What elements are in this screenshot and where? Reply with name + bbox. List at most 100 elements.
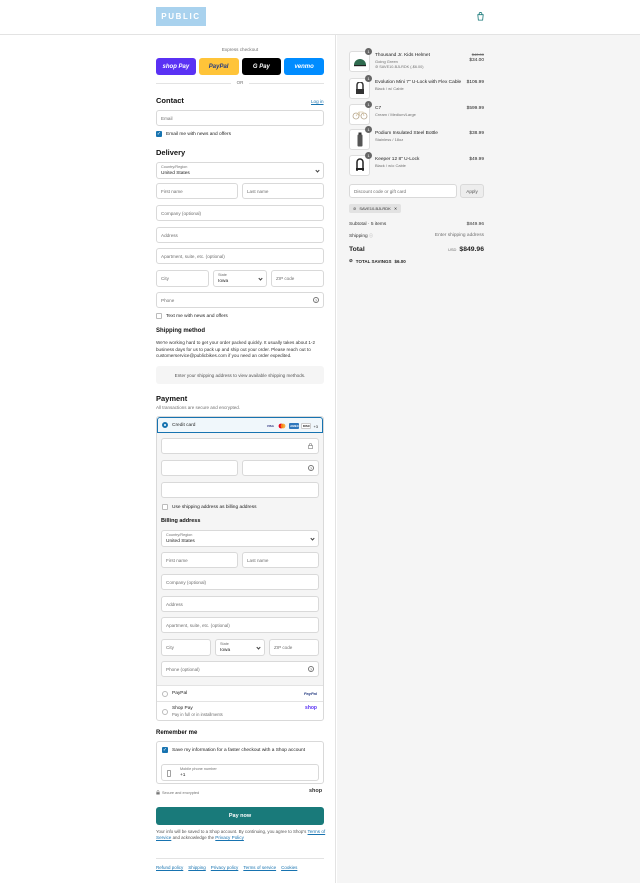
remember-me-box: ✓ Save my information for a faster checko… [156,741,324,784]
or-divider: OR [156,80,324,85]
item-original-price: $40.00 [471,52,484,57]
billing-state-select[interactable]: State Iowa [215,639,265,656]
billing-phone-field[interactable]: Phone (optional)? [161,661,319,677]
chevron-down-icon [256,644,261,650]
shipping-method-heading: Shipping method [156,328,205,334]
shipping-row: Shipping ⓘ Enter shipping address [349,233,484,239]
item-name: Evolution Mini 7" U-Lock with Flex Cable [375,80,462,85]
billing-same-checkbox[interactable]: Use shipping address as billing address [162,504,257,510]
item-price: $38.99 [469,131,484,136]
secure-note: Secure and encrypted [156,790,199,795]
email-field[interactable]: Email [156,110,324,126]
country-value: United States [161,170,190,176]
security-code-field[interactable]: ? [242,460,319,476]
total-value: $849.96 [459,246,484,253]
item-variant: Stainless / 18oz [375,137,404,142]
zip-placeholder: ZIP code [276,276,295,281]
privacy-policy-link[interactable]: Privacy policy [211,865,239,870]
apartment-placeholder: Apartment, suite, etc. (optional) [161,253,225,259]
footer-links: Refund policy Shipping Privacy policy Te… [156,858,324,870]
billing-zip-field[interactable]: ZIP code [269,639,319,656]
cart-item: 1 Keeper 12 8" U-Lock Black / w/o Cable … [349,152,484,176]
refund-policy-link[interactable]: Refund policy [156,865,183,870]
expiration-field[interactable] [161,460,238,476]
secure-label: Secure and encrypted [162,790,200,795]
lock-icon [156,790,160,795]
venmo-button[interactable]: venmo [284,58,324,75]
apartment-field[interactable]: Apartment, suite, etc. (optional) [156,248,324,264]
quantity-badge: 1 [365,48,372,55]
quantity-badge: 1 [365,75,372,82]
billing-apartment-field[interactable]: Apartment, suite, etc. (optional) [161,617,319,633]
shipping-value: Enter shipping address [434,233,484,238]
billing-country-select[interactable]: Country/Region United States [161,530,319,547]
card-brands: VISA AMEX DISC +3 [265,423,318,429]
city-field[interactable]: City [156,270,209,287]
name-on-card-field[interactable] [161,482,319,498]
billing-address-field[interactable]: Address [161,596,319,612]
zip-field[interactable]: ZIP code [271,270,324,287]
delivery-heading: Delivery [156,148,186,157]
help-icon[interactable]: ? [308,666,314,672]
privacy-link[interactable]: Privacy Policy [215,835,244,840]
billing-city-field[interactable]: City [161,639,211,656]
country-select[interactable]: Country/Region United States [156,162,324,179]
billing-first-name-field[interactable]: First name [161,552,238,568]
pay-now-button[interactable]: Pay now [156,807,324,825]
billing-last-name-field[interactable]: Last name [242,552,319,568]
cart-bag-icon[interactable] [476,12,485,21]
first-name-field[interactable]: First name [156,183,238,199]
item-price: $106.99 [466,80,484,85]
state-select[interactable]: State Iowa [213,270,267,287]
apply-button[interactable]: Apply [460,184,484,198]
credit-card-option[interactable]: Credit card VISA AMEX DISC +3 [157,417,323,433]
amex-icon: AMEX [289,423,300,429]
discover-icon: DISC [301,423,312,429]
last-name-field[interactable]: Last name [242,183,324,199]
text-news-checkbox[interactable]: Text me with news and offers [156,313,228,319]
tag-icon: ⊘ [349,258,353,263]
checkmark-icon: ✓ [162,747,168,753]
help-icon[interactable]: ? [308,465,314,471]
savings-value: $6.00 [394,258,406,264]
billing-company-field[interactable]: Company (optional) [161,574,319,590]
save-info-checkbox[interactable]: ✓ Save my information for a faster checko… [162,747,305,753]
address-field[interactable]: Address [156,227,324,243]
item-name: Keeper 12 8" U-Lock [375,157,420,162]
cart-item: 1 Evolution Mini 7" U-Lock with Flex Cab… [349,75,484,99]
mobile-phone-field[interactable]: Mobile phone number +1 [161,764,319,781]
legal-text: Your info will be saved to a Shop accoun… [156,829,326,841]
phone-field[interactable]: Phone? [156,292,324,308]
city-placeholder: City [161,276,169,281]
first-name-placeholder: First name [161,188,183,194]
legal-line: Your info will be saved to a Shop accoun… [156,829,307,834]
email-news-checkbox[interactable]: ✓ Email me with news and offers [156,131,231,137]
terms-of-service-link[interactable]: Terms of service [243,865,276,870]
login-link[interactable]: Log in [311,99,324,104]
billing-state-value: Iowa [220,647,231,653]
store-logo[interactable]: PUBLIC [156,7,206,26]
discount-tag-code: SAVE10-BJLRDK [359,206,391,211]
cart-item: 1 C7 Cream / Medium/Large $599.99 [349,101,484,125]
savings-label: TOTAL SAVINGS [355,258,392,264]
billing-apartment-placeholder: Apartment, suite, etc. (optional) [166,622,230,628]
phone-icon [167,770,171,777]
shop-pay-option[interactable]: Shop Pay Pay in full or in installments s… [157,701,323,721]
radio-unselected [162,690,168,697]
company-field[interactable]: Company (optional) [156,205,324,221]
cookies-link[interactable]: Cookies [281,865,297,870]
google-pay-button[interactable]: G Pay [241,58,282,75]
paypal-button[interactable]: PayPal [198,58,239,75]
help-icon[interactable]: ? [313,297,319,303]
close-icon[interactable]: ✕ [394,206,397,211]
shop-pay-button[interactable]: shop Pay [156,58,196,75]
discount-code-input[interactable]: Discount code or gift card [349,184,457,198]
total-row: Total USD $849.96 [349,246,484,253]
shop-pay-text: Shop Pay Pay in full or in installments [172,706,223,718]
paypal-option[interactable]: PayPal PayPal [157,685,323,701]
item-discount: ⊘ SAVE10-BJLRDK (-$6.00) [375,64,424,69]
help-icon[interactable]: ⓘ [369,233,373,238]
item-name: Podium Insulated Steel Bottle [375,131,438,136]
card-number-field[interactable] [161,438,319,454]
shipping-link[interactable]: Shipping [188,865,206,870]
